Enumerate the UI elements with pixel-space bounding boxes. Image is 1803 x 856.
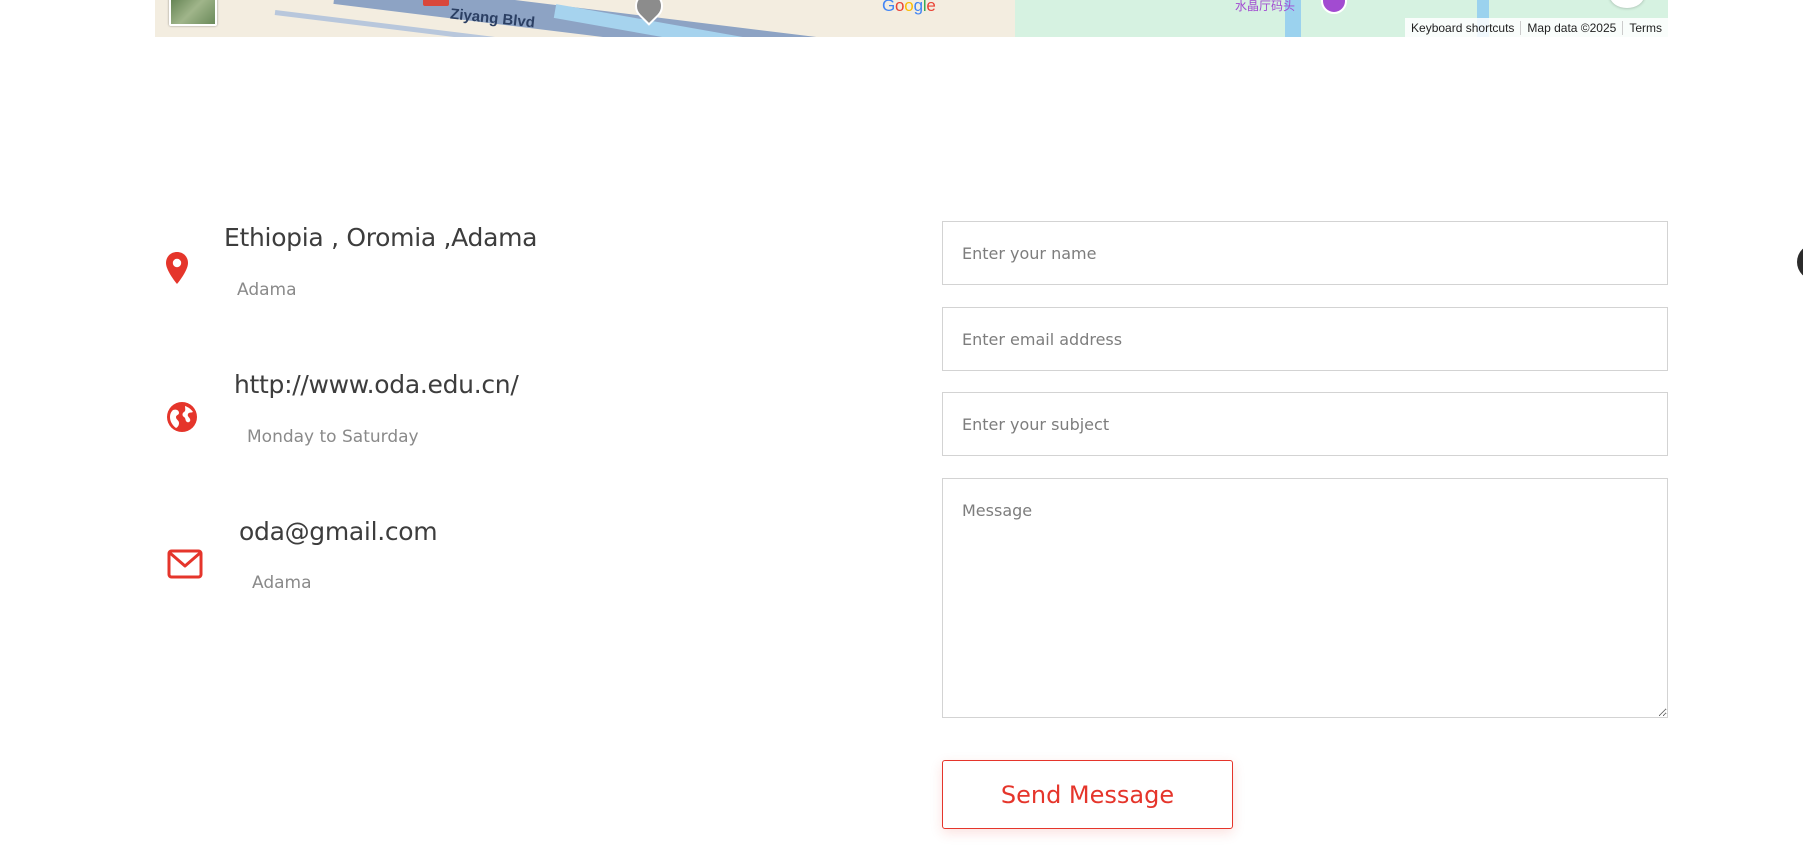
contact-address-subtitle: Adama [237,280,297,300]
email-input[interactable] [942,307,1668,371]
subject-input[interactable] [942,392,1668,456]
google-logo-letter: G [882,0,896,15]
map-poi-label[interactable]: 水晶厅码头 [1235,0,1295,14]
map-attribution: Keyboard shortcuts Map data ©2025 Terms [1405,18,1668,37]
contact-email-title[interactable]: oda@gmail.com [239,517,438,546]
message-textarea[interactable] [942,478,1668,718]
map-satellite-toggle[interactable] [169,0,217,26]
contact-website-subtitle: Monday to Saturday [247,427,419,447]
map-road-shield [423,0,449,6]
google-logo-letter: g [913,0,923,15]
map-pin-icon [165,251,189,289]
contact-address-title: Ethiopia , Oromia ,Adama [224,223,538,252]
globe-icon [166,401,198,437]
google-logo: Google [882,0,936,16]
name-input[interactable] [942,221,1668,285]
floating-widget-button[interactable] [1797,244,1803,280]
send-message-button[interactable]: Send Message [942,760,1233,829]
google-logo-letter: o [904,0,914,15]
envelope-icon [167,549,203,583]
contact-website-title[interactable]: http://www.oda.edu.cn/ [234,370,519,399]
google-logo-letter: e [926,0,936,15]
terms-link[interactable]: Terms [1622,20,1668,35]
map-data-label: Map data ©2025 [1520,20,1622,35]
keyboard-shortcuts-link[interactable]: Keyboard shortcuts [1405,21,1520,35]
google-logo-letter: o [895,0,905,15]
contact-email-subtitle: Adama [252,573,312,593]
embedded-map[interactable]: Ziyang Blvd Google 水晶厅码头 Keyboard shortc… [155,0,1668,37]
